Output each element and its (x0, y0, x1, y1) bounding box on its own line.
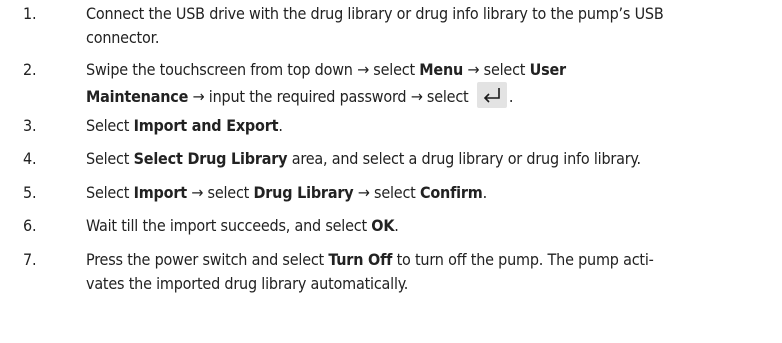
step-text-segment: to turn off the pump. The pump acti- (392, 250, 654, 269)
step-number: 2. (23, 60, 37, 79)
import-label: Import (133, 183, 188, 202)
step-text-segment: Wait till the import succeeds, and selec… (86, 216, 372, 235)
step-text-segment: → select (463, 60, 530, 79)
step-text-segment: → input the required password → select (188, 87, 473, 106)
step-text-line: vates the imported drug library automati… (86, 274, 409, 293)
step-text: Select Import → select Drug Library → se… (86, 181, 778, 205)
ok-label: OK (371, 216, 395, 235)
step-text-segment: . (394, 216, 399, 235)
step-text-segment: Select (86, 149, 134, 168)
step-text-segment: . (482, 183, 488, 202)
step-text-segment: Press the power switch and select (86, 250, 329, 269)
step-text-segment: → select (353, 183, 420, 202)
step-text-segment: . (508, 87, 514, 106)
step-number: 3. (23, 116, 37, 135)
step-text-segment: . (278, 116, 283, 135)
user-maintenance-label-part2: Maintenance (86, 87, 189, 106)
menu-label: Menu (419, 60, 464, 79)
step-text: Select Select Drug Library area, and sel… (86, 147, 778, 171)
step-text-segment: Swipe the touchscreen from top down → se… (86, 60, 420, 79)
step-text: Press the power switch and select Turn O… (86, 248, 778, 296)
select-drug-library-label: Select Drug Library (133, 149, 288, 168)
step-number: 6. (23, 216, 37, 235)
step-number: 1. (23, 4, 37, 23)
step-text-segment: Select (86, 183, 134, 202)
enter-return-icon (476, 82, 507, 108)
step-number: 5. (23, 183, 37, 202)
turn-off-label: Turn Off (328, 250, 393, 269)
drug-library-label: Drug Library (253, 183, 354, 202)
import-and-export-label: Import and Export (133, 116, 279, 135)
step-text-segment: Select (86, 116, 134, 135)
step-text-segment: area, and select a drug library or drug … (287, 149, 641, 168)
step-text: Connect the USB drive with the drug libr… (86, 2, 778, 50)
step-text: Swipe the touchscreen from top down → se… (86, 58, 778, 109)
confirm-label: Confirm (419, 183, 483, 202)
step-number: 4. (23, 149, 37, 168)
step-number: 7. (23, 250, 37, 269)
step-text-line: Connect the USB drive with the drug libr… (86, 4, 664, 23)
step-text: Wait till the import succeeds, and selec… (86, 214, 778, 238)
user-maintenance-label-part1: User (529, 60, 567, 79)
step-text-line: connector. (86, 28, 160, 47)
step-text-segment: → select (186, 183, 254, 202)
step-text: Select Import and Export. (86, 114, 778, 138)
